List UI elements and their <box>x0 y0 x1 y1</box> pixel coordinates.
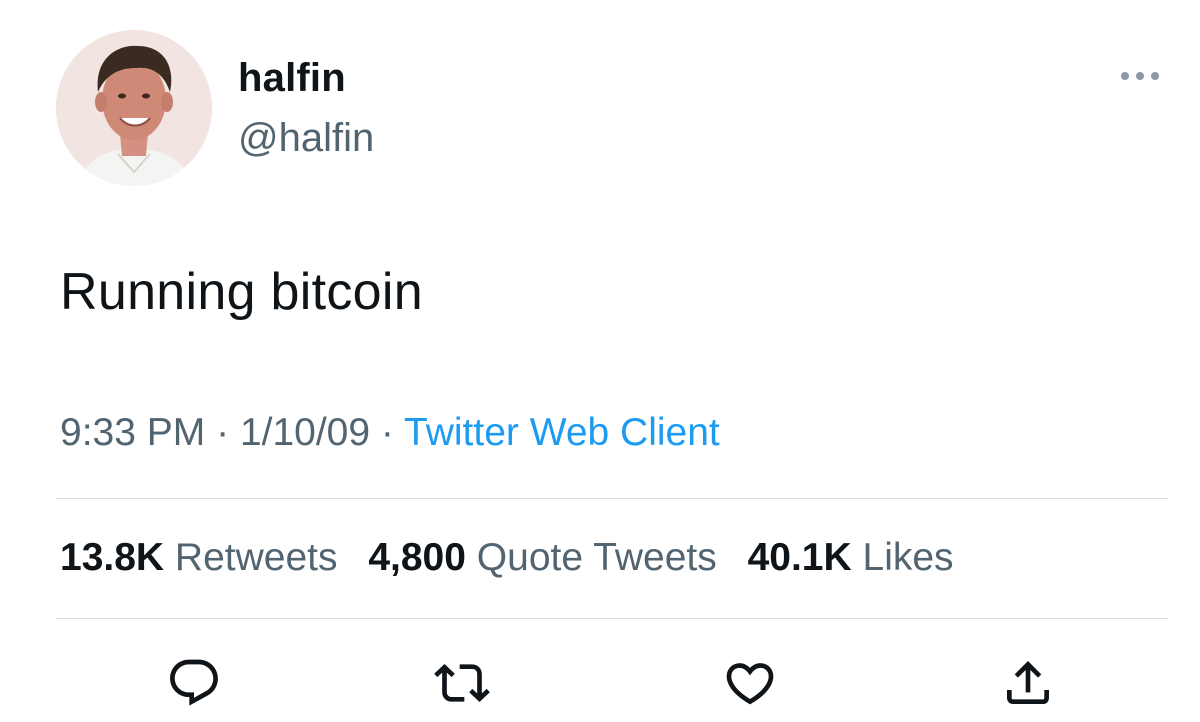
action-bar <box>0 655 1200 715</box>
reply-button[interactable] <box>166 655 222 711</box>
avatar-image <box>56 30 212 186</box>
retweet-icon <box>434 664 490 702</box>
tweet-date[interactable]: 1/10/09 <box>240 411 370 454</box>
engagement-stats: 13.8K Retweets 4,800 Quote Tweets 40.1K … <box>60 536 974 580</box>
tweet-text: Running bitcoin <box>60 263 423 321</box>
likes-label: Likes <box>862 536 954 579</box>
share-icon <box>1007 661 1049 704</box>
quote-tweets-label: Quote Tweets <box>476 536 717 579</box>
retweets-label: Retweets <box>174 536 338 579</box>
heart-icon <box>726 663 774 705</box>
tweet-source-link[interactable]: Twitter Web Client <box>404 411 720 454</box>
separator-dot: · <box>216 411 230 454</box>
divider <box>56 498 1168 499</box>
likes-stat[interactable]: 40.1K Likes <box>748 536 954 580</box>
retweet-button[interactable] <box>434 655 490 711</box>
avatar[interactable] <box>56 30 212 186</box>
quote-tweets-count: 4,800 <box>368 536 466 579</box>
quote-tweets-stat[interactable]: 4,800 Quote Tweets <box>368 536 716 580</box>
more-options-button[interactable] <box>1116 62 1164 90</box>
share-button[interactable] <box>1000 655 1056 711</box>
like-button[interactable] <box>722 655 778 711</box>
display-name[interactable]: halfin <box>238 56 346 101</box>
more-horizontal-icon <box>1121 72 1159 80</box>
likes-count: 40.1K <box>747 536 852 579</box>
retweets-count: 13.8K <box>60 536 165 579</box>
tweet-metadata: 9:33 PM · 1/10/09 · Twitter Web Client <box>60 411 720 455</box>
reply-icon <box>170 659 218 706</box>
divider <box>56 618 1168 619</box>
tweet-card: halfin @halfin Running bitcoin 9:33 PM ·… <box>0 0 1200 722</box>
user-handle[interactable]: @halfin <box>238 116 374 161</box>
retweets-stat[interactable]: 13.8K Retweets <box>60 536 338 580</box>
tweet-time[interactable]: 9:33 PM <box>60 411 205 454</box>
separator-dot: · <box>380 411 394 454</box>
